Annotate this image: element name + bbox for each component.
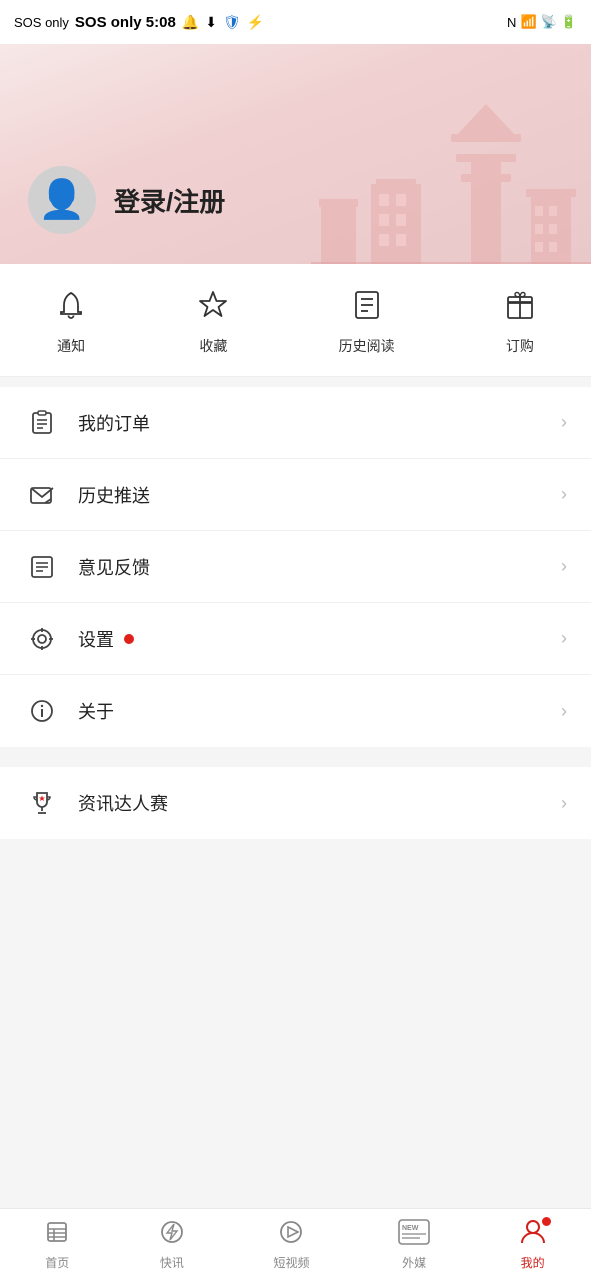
nav-item-flash[interactable]: 快讯	[147, 1213, 197, 1277]
notify-label: 通知	[57, 336, 85, 356]
nav-item-video[interactable]: 短视频	[261, 1213, 321, 1277]
info-icon	[24, 693, 60, 729]
feedback-label: 意见反馈	[78, 554, 561, 580]
star-icon	[196, 288, 230, 328]
wifi-icon: 📡	[541, 14, 557, 30]
collect-label: 收藏	[199, 336, 227, 356]
shield-icon: 🛡	[223, 14, 241, 31]
my-orders-label: 我的订单	[78, 410, 561, 436]
download-icon: ⬇	[205, 14, 217, 31]
quick-action-history-read[interactable]: 历史阅读	[339, 288, 395, 356]
bottom-nav: 首页 快讯 短视频 NEW 外	[0, 1208, 591, 1280]
send-icon	[24, 477, 60, 513]
menu-list-bottom: 资讯达人赛 ›	[0, 767, 591, 839]
flash-nav-label: 快讯	[160, 1254, 184, 1271]
battery-icon: 🔋	[561, 14, 577, 30]
home-nav-label: 首页	[45, 1254, 69, 1271]
mine-badge	[542, 1217, 551, 1226]
section-divider-2	[0, 747, 591, 757]
arrow-right-icon: ›	[561, 701, 567, 722]
arrow-right-icon: ›	[561, 484, 567, 505]
login-register-button[interactable]: 登录/注册	[114, 182, 225, 219]
settings-label: 设置	[78, 626, 561, 652]
menu-item-about[interactable]: 关于 ›	[0, 675, 591, 747]
sos-label: SOS only	[14, 15, 69, 30]
settings-red-dot	[124, 634, 134, 644]
lightning-icon: ⚡	[247, 14, 264, 31]
status-time: SOS only 5:08	[75, 14, 176, 31]
bell-icon: 🔔	[182, 14, 199, 31]
quick-action-collect[interactable]: 收藏	[196, 288, 230, 356]
nav-item-mine[interactable]: 我的	[507, 1213, 559, 1277]
arrow-right-icon: ›	[561, 793, 567, 814]
quick-action-subscribe[interactable]: 订购	[503, 288, 537, 356]
menu-list: 我的订单 › 历史推送 › 意见反馈 ›	[0, 387, 591, 747]
status-left: SOS only SOS only 5:08 🔔 ⬇ 🛡 ⚡	[14, 14, 264, 31]
arrow-right-icon: ›	[561, 628, 567, 649]
city-illustration	[311, 94, 591, 264]
subscribe-label: 订购	[506, 336, 534, 356]
status-right: N 📶 📡 🔋	[507, 14, 577, 30]
menu-item-settings[interactable]: 设置 ›	[0, 603, 591, 675]
signal-bars-icon: 📶	[520, 14, 536, 30]
arrow-right-icon: ›	[561, 556, 567, 577]
nav-item-media[interactable]: NEW 外媒	[386, 1213, 442, 1277]
history-push-label: 历史推送	[78, 482, 561, 508]
menu-item-my-orders[interactable]: 我的订单 ›	[0, 387, 591, 459]
quick-actions-row: 通知 收藏 历史阅读	[0, 264, 591, 377]
profile-banner[interactable]: 👤 登录/注册	[0, 44, 591, 264]
nav-item-home[interactable]: 首页	[32, 1213, 82, 1277]
avatar-icon: 👤	[38, 178, 85, 222]
history-read-label: 历史阅读	[339, 336, 395, 356]
settings-icon	[24, 621, 60, 657]
profile-info[interactable]: 👤 登录/注册	[28, 166, 225, 234]
arrow-right-icon: ›	[561, 412, 567, 433]
flash-nav-icon	[159, 1219, 185, 1250]
nfc-icon: N	[507, 15, 516, 30]
contest-label: 资讯达人赛	[78, 790, 561, 816]
menu-item-history-push[interactable]: 历史推送 ›	[0, 459, 591, 531]
status-bar: SOS only SOS only 5:08 🔔 ⬇ 🛡 ⚡ N 📶 📡 🔋	[0, 0, 591, 44]
gift-icon	[503, 288, 537, 328]
mine-nav-icon	[519, 1219, 547, 1250]
about-label: 关于	[78, 698, 561, 724]
media-nav-label: 外媒	[402, 1254, 426, 1271]
quick-action-notify[interactable]: 通知	[54, 289, 88, 356]
svg-text:NEW: NEW	[402, 1225, 419, 1232]
clipboard-icon	[24, 405, 60, 441]
avatar[interactable]: 👤	[28, 166, 96, 234]
menu-item-feedback[interactable]: 意见反馈 ›	[0, 531, 591, 603]
history-read-icon	[350, 288, 384, 328]
notify-icon	[54, 289, 88, 328]
mine-nav-label: 我的	[521, 1254, 545, 1271]
section-divider-1	[0, 377, 591, 387]
feedback-icon	[24, 549, 60, 585]
menu-item-contest[interactable]: 资讯达人赛 ›	[0, 767, 591, 839]
bottom-spacer	[0, 839, 591, 919]
video-nav-label: 短视频	[273, 1254, 309, 1271]
media-nav-icon: NEW	[398, 1219, 430, 1250]
video-nav-icon	[278, 1219, 304, 1250]
home-nav-icon	[44, 1219, 70, 1250]
trophy-icon	[24, 785, 60, 821]
